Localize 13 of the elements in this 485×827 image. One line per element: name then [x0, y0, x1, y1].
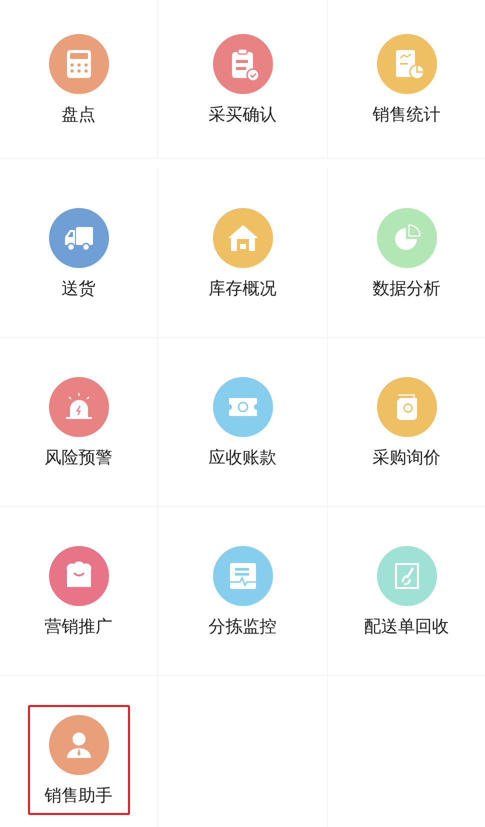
menu-tile[interactable]: 盘点 [32, 24, 126, 134]
menu-tile[interactable]: 应收账款 [192, 367, 294, 477]
menu-tile[interactable]: 数据分析 [356, 198, 458, 308]
menu-tile[interactable]: 销售助手 [28, 705, 130, 815]
menu-tile[interactable]: 营销推广 [28, 536, 130, 646]
menu-tile[interactable]: 销售统计 [356, 24, 458, 134]
menu-tile[interactable]: 库存概况 [192, 198, 294, 308]
menu-tile[interactable]: 送货 [32, 198, 126, 308]
menu-tile[interactable]: 分拣监控 [192, 536, 294, 646]
menu-tile[interactable]: 配送单回收 [347, 536, 466, 646]
menu-tile[interactable]: 风险预警 [28, 367, 130, 477]
menu-tile[interactable]: 采买确认 [192, 24, 294, 134]
menu-tile[interactable]: 采购询价 [356, 367, 458, 477]
